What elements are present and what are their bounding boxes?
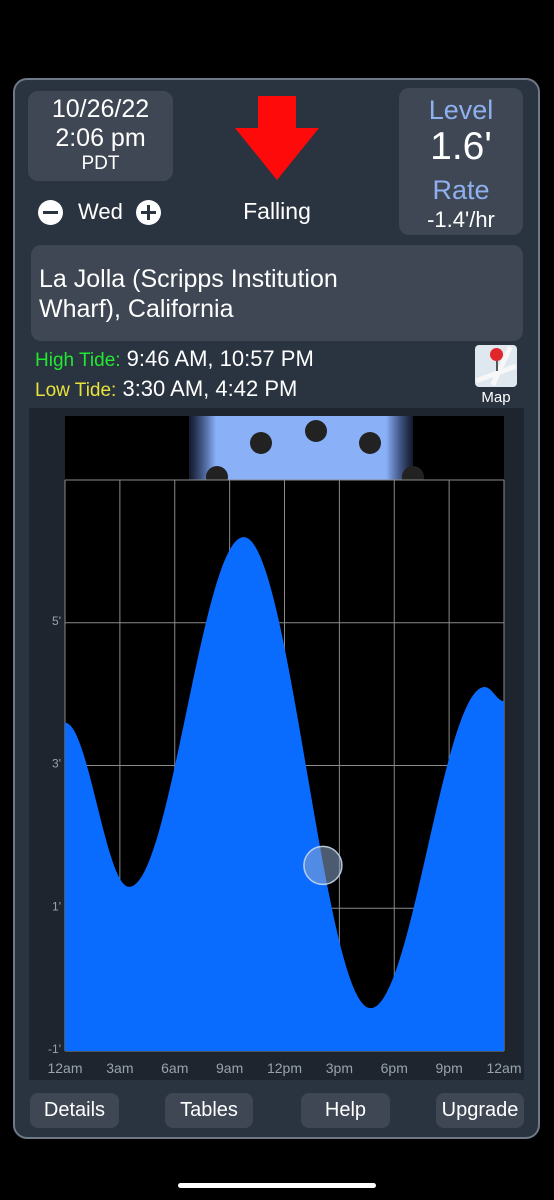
x-tick-label: 12am — [47, 1060, 82, 1076]
map-pin-icon — [475, 345, 517, 387]
map-button[interactable]: Map — [474, 345, 518, 407]
time-text: 2:06 pm — [55, 124, 146, 152]
level-rate-box: Level 1.6' Rate -1.4'/hr — [399, 88, 523, 235]
x-tick-label: 3am — [106, 1060, 133, 1076]
level-label: Level — [428, 95, 494, 125]
high-tide-label: High Tide: — [35, 350, 121, 371]
x-axis-labels: 12am 3am 6am 9am 12pm 3pm 6pm 9pm 12am — [47, 1060, 521, 1076]
tide-trend-text: Falling — [243, 198, 311, 224]
day-navigation: Wed — [38, 198, 161, 226]
x-tick-label: 9pm — [436, 1060, 463, 1076]
timezone-text: PDT — [81, 153, 120, 174]
station-name-box[interactable]: La Jolla (Scripps Institution Wharf), Ca… — [31, 245, 523, 341]
tide-chart[interactable]: 5' 3' 1' -1' 12am 3am 6am 9am 12pm 3pm 6pm 9pm 12am — [29, 408, 524, 1080]
upgrade-button[interactable]: Upgrade — [436, 1093, 524, 1128]
high-tide-times: 9:46 AM, 10:57 PM — [126, 346, 314, 371]
day-label: Wed — [78, 199, 123, 224]
previous-day-button[interactable] — [38, 199, 63, 225]
x-tick-label: 12pm — [267, 1060, 302, 1076]
y-tick-label: 5' — [52, 614, 61, 628]
rate-value: -1.4'/hr — [427, 207, 495, 232]
station-name-line1: La Jolla (Scripps Institution — [39, 265, 338, 293]
low-tide-times: 3:30 AM, 4:42 PM — [122, 376, 298, 401]
level-value: 1.6' — [430, 125, 492, 168]
date-text: 10/26/22 — [51, 95, 150, 123]
x-tick-label: 6pm — [381, 1060, 408, 1076]
moon-phase-indicator — [189, 416, 424, 480]
y-tick-label: 3' — [52, 757, 61, 771]
help-button[interactable]: Help — [301, 1093, 390, 1128]
y-tick-label: 1' — [52, 899, 61, 913]
tables-button[interactable]: Tables — [165, 1093, 253, 1128]
down-arrow-icon — [235, 96, 319, 180]
y-tick-label: -1' — [48, 1042, 61, 1056]
tide-times: High Tide: 9:46 AM, 10:57 PM Low Tide: 3… — [35, 345, 314, 405]
map-label: Map — [481, 389, 511, 406]
x-tick-label: 3pm — [326, 1060, 353, 1076]
low-tide-label: Low Tide: — [35, 380, 117, 401]
current-time-marker[interactable] — [303, 845, 343, 886]
date-time-box: 10/26/22 2:06 pm PDT — [28, 91, 173, 181]
x-tick-label: 9am — [216, 1060, 243, 1076]
next-day-button[interactable] — [135, 199, 161, 225]
x-tick-label: 12am — [486, 1060, 521, 1076]
details-button[interactable]: Details — [30, 1093, 119, 1128]
station-name-line2: Wharf), California — [39, 295, 234, 323]
x-tick-label: 6am — [161, 1060, 188, 1076]
home-indicator — [178, 1183, 376, 1188]
rate-label: Rate — [432, 175, 490, 205]
